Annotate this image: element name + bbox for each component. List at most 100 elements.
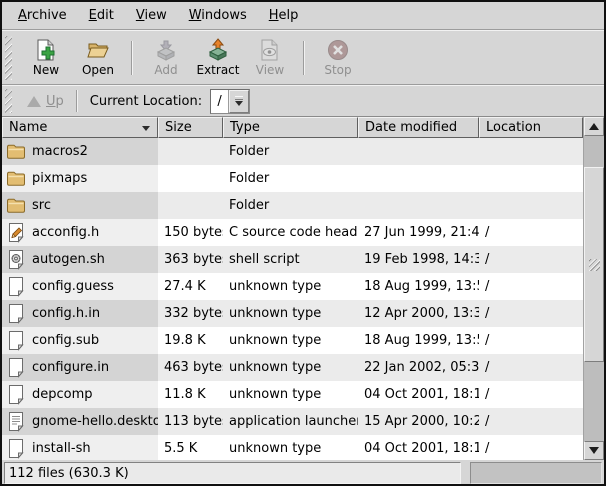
location-combo-dropdown[interactable] [229, 90, 249, 113]
table-row[interactable]: pixmapsFolder [2, 165, 583, 192]
cell-name: install-sh [2, 435, 158, 460]
file-icon [6, 357, 26, 378]
cell-size: 11.8 K [158, 381, 223, 408]
cell-type: shell script [223, 246, 358, 273]
cell-date: 19 Feb 1998, 14:31 [358, 246, 479, 273]
cell-type: unknown type [223, 273, 358, 300]
table-row[interactable]: config.sub19.8 Kunknown type18 Aug 1999,… [2, 327, 583, 354]
file-name: gnome-hello.desktop [32, 414, 158, 429]
menu-item-help[interactable]: Help [258, 4, 310, 27]
toolbar-button-label: Open [82, 63, 114, 77]
column-header-label: Location [486, 120, 541, 135]
cell-location: / [479, 300, 583, 327]
location-bar-drag-handle[interactable] [5, 89, 12, 113]
cell-date: 12 Apr 2000, 13:36 [358, 300, 479, 327]
column-header-date-modified[interactable]: Date modified [358, 117, 479, 138]
arrow-up-icon [589, 123, 599, 130]
cell-size [158, 192, 223, 219]
extract-button[interactable]: Extract [192, 37, 244, 78]
view-button[interactable]: View [244, 37, 296, 78]
file-name: configure.in [32, 360, 109, 375]
cell-location: / [479, 408, 583, 435]
scrollbar-track[interactable] [584, 136, 604, 441]
table-row[interactable]: acconfig.h150 bytesC source code header2… [2, 219, 583, 246]
cell-name: acconfig.h [2, 219, 158, 246]
status-bar: 112 files (630.3 K) [2, 462, 604, 484]
file-name: depcomp [32, 387, 93, 402]
folder-icon [6, 195, 26, 216]
cell-size: 5.5 K [158, 435, 223, 460]
file-pencil-icon [6, 222, 26, 243]
location-combo[interactable]: / [210, 89, 250, 114]
cell-date: 04 Oct 2001, 18:12 [358, 435, 479, 460]
menu-item-view[interactable]: View [125, 4, 178, 27]
stop-button[interactable]: Stop [312, 37, 364, 78]
table-row[interactable]: config.h.in332 bytesunknown type12 Apr 2… [2, 300, 583, 327]
table-row[interactable]: gnome-hello.desktop113 bytesapplication … [2, 408, 583, 435]
view-icon [258, 38, 282, 62]
cell-name: configure.in [2, 354, 158, 381]
table-row[interactable]: macros2Folder [2, 138, 583, 165]
cell-location [479, 138, 583, 165]
cell-type: unknown type [223, 435, 358, 460]
table-row[interactable]: srcFolder [2, 192, 583, 219]
column-header-type[interactable]: Type [223, 117, 358, 138]
file-list: macros2FolderpixmapsFoldersrcFolderaccon… [2, 138, 583, 460]
scrollbar-thumb[interactable] [584, 167, 604, 362]
folder-icon [6, 141, 26, 162]
cell-name: config.sub [2, 327, 158, 354]
file-name: config.guess [32, 279, 114, 294]
toolbar-button-label: View [256, 63, 284, 77]
new-button[interactable]: New [20, 37, 72, 78]
archive-manager-window: ArchiveEditViewWindowsHelp NewOpenAddExt… [0, 0, 606, 486]
table-row[interactable]: autogen.sh363 bytesshell script19 Feb 19… [2, 246, 583, 273]
table-row[interactable]: config.guess27.4 Kunknown type18 Aug 199… [2, 273, 583, 300]
toolbar-button-label: New [33, 63, 59, 77]
up-button-label: Up [46, 94, 64, 109]
cell-type: application launcher [223, 408, 358, 435]
table-row[interactable]: install-sh 5.5 Kunknown type04 Oct 2001, … [2, 435, 583, 460]
file-name: config.sub [32, 333, 99, 348]
menu-item-edit[interactable]: Edit [78, 4, 125, 27]
option-menu-ridge-icon [235, 96, 243, 100]
cell-size [158, 138, 223, 165]
add-icon [154, 38, 178, 62]
cell-size [158, 165, 223, 192]
up-button[interactable]: Up [21, 92, 70, 111]
toolbar-button-label: Stop [324, 63, 351, 77]
new-icon [34, 38, 58, 62]
open-button[interactable]: Open [72, 37, 124, 78]
cell-name: gnome-hello.desktop [2, 408, 158, 435]
location-bar: Up Current Location: / [2, 86, 604, 116]
column-header-name[interactable]: Name [2, 117, 158, 138]
stop-icon [326, 38, 350, 62]
cell-type: unknown type [223, 354, 358, 381]
column-header-location[interactable]: Location [479, 117, 583, 138]
table-row[interactable]: configure.in463 bytesunknown type22 Jan … [2, 354, 583, 381]
cell-name: config.h.in [2, 300, 158, 327]
up-arrow-icon [27, 96, 41, 107]
toolbar: New Open Add Extract View Stop [2, 31, 604, 84]
cell-type: Folder [223, 192, 358, 219]
cell-type: Folder [223, 165, 358, 192]
file-name: install-sh [32, 441, 91, 456]
cell-location: / [479, 219, 583, 246]
cell-date: 22 Jan 2002, 05:35 [358, 354, 479, 381]
menu-item-windows[interactable]: Windows [178, 4, 258, 27]
scroll-up-button[interactable] [584, 117, 604, 136]
table-row[interactable]: depcomp11.8 Kunknown type04 Oct 2001, 18… [2, 381, 583, 408]
column-header-label: Size [165, 120, 192, 135]
cell-type: unknown type [223, 327, 358, 354]
menu-item-archive[interactable]: Archive [7, 4, 78, 27]
cell-type: C source code header [223, 219, 358, 246]
scroll-down-button[interactable] [584, 441, 604, 460]
cell-date: 18 Aug 1999, 13:53 [358, 327, 479, 354]
column-header-size[interactable]: Size [158, 117, 223, 138]
add-button[interactable]: Add [140, 37, 192, 78]
cell-date: 15 Apr 2000, 10:21 [358, 408, 479, 435]
vertical-scrollbar[interactable] [583, 117, 604, 460]
file-name: acconfig.h [32, 225, 99, 240]
toolbar-button-label: Extract [197, 63, 240, 77]
toolbar-drag-handle[interactable] [5, 36, 12, 80]
separator [131, 41, 133, 75]
